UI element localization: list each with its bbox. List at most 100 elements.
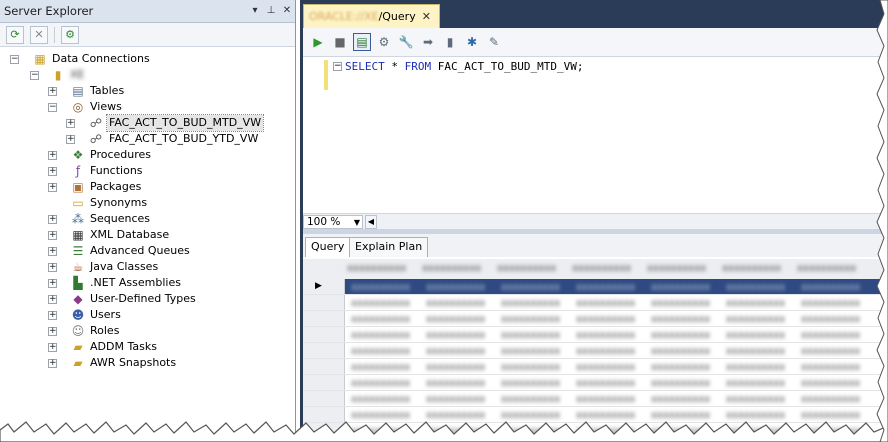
grid-cell[interactable]: xxxxxxxxxx <box>726 282 791 293</box>
column-header[interactable]: xxxxxxxxxx <box>497 263 568 274</box>
grid-cell[interactable]: xxxxxxxxxx <box>651 346 716 357</box>
expand-icon[interactable]: + <box>48 327 57 336</box>
grid-cell[interactable]: xxxxxxxxxx <box>576 346 641 357</box>
grid-cell[interactable]: xxxxxxxxxx <box>351 362 416 373</box>
grid-cell[interactable]: xxxxxxxxxx <box>351 346 416 357</box>
tab-explain-plan[interactable]: Explain Plan <box>349 237 429 257</box>
tree-node-view-ytd[interactable]: + ☍ FAC_ACT_TO_BUD_YTD_VW <box>0 131 290 147</box>
grid-cell[interactable]: xxxxxxxxxx <box>651 394 716 405</box>
grid-cell[interactable]: xxxxxxxxxx <box>576 330 641 341</box>
grid-cell[interactable]: xxxxxxxxxx <box>501 362 566 373</box>
query-builder-icon[interactable]: ⚙ <box>375 33 393 51</box>
expand-icon[interactable]: + <box>48 167 57 176</box>
grid-cell[interactable]: xxxxxxxxxx <box>801 346 866 357</box>
grid-cell[interactable]: xxxxxxxxxx <box>726 346 791 357</box>
grid-cell[interactable]: xxxxxxxxxx <box>726 362 791 373</box>
tree-node-awr-snapshots[interactable]: + ▰ AWR Snapshots <box>0 355 290 371</box>
expand-icon[interactable]: + <box>66 135 75 144</box>
grid-cell[interactable]: xxxxxxxxxx <box>801 378 866 389</box>
grid-cell[interactable]: xxxxxxxxxx <box>501 298 566 309</box>
execute-icon[interactable]: ➡ <box>419 33 437 51</box>
grid-cell[interactable]: xxxxxxxxxx <box>801 362 866 373</box>
tree-node-roles[interactable]: + ☺ Roles <box>0 323 290 339</box>
grid-cell[interactable]: xxxxxxxxxx <box>501 330 566 341</box>
tree-node-advanced-queues[interactable]: + ☰ Advanced Queues <box>0 243 290 259</box>
grid-cell[interactable]: xxxxxxxxxx <box>651 362 716 373</box>
close-panel-icon[interactable]: ✕ <box>279 3 295 19</box>
tree-node-view-mtd[interactable]: + ☍ FAC_ACT_TO_BUD_MTD_VW <box>0 114 290 132</box>
refresh-icon[interactable]: ⟳ <box>6 25 24 44</box>
grid-cell[interactable]: xxxxxxxxxx <box>351 282 416 293</box>
grid-cell[interactable]: xxxxxxxxxx <box>576 314 641 325</box>
column-header[interactable]: xxxxxxxxxx <box>722 263 793 274</box>
expand-icon[interactable]: + <box>48 279 57 288</box>
grid-cell[interactable]: xxxxxxxxxx <box>726 314 791 325</box>
tree-node-java-classes[interactable]: + ☕ Java Classes <box>0 259 290 275</box>
tree-node-sequences[interactable]: + ⁂ Sequences <box>0 211 290 227</box>
expand-icon[interactable]: + <box>48 87 57 96</box>
grid-cell[interactable]: xxxxxxxxxx <box>351 330 416 341</box>
grid-cell[interactable]: xxxxxxxxxx <box>576 394 641 405</box>
collapse-icon[interactable]: − <box>10 55 19 64</box>
zoom-select[interactable]: 100 % ▼ <box>303 215 363 229</box>
results-grid[interactable]: xxxxxxxxxx xxxxxxxxxx xxxxxxxxxx xxxxxxxxxx… <box>303 257 888 442</box>
expand-icon[interactable]: + <box>48 295 57 304</box>
grid-cell[interactable]: xxxxxxxxxx <box>651 282 716 293</box>
grid-cell[interactable]: xxxxxxxxxx <box>351 378 416 389</box>
grid-cell[interactable]: xxxxxxxxxx <box>426 330 491 341</box>
stop-icon[interactable]: ✕ <box>30 25 48 44</box>
grid-cell[interactable]: xxxxxxxxxx <box>426 362 491 373</box>
query-document-tab[interactable]: ORACLE://XE /Query ✕ <box>303 4 440 28</box>
grid-cell[interactable]: xxxxxxxxxx <box>501 378 566 389</box>
grid-cell[interactable]: xxxxxxxxxx <box>426 346 491 357</box>
tree-node-user-defined-types[interactable]: + ◆ User-Defined Types <box>0 291 290 307</box>
grid-cell[interactable]: xxxxxxxxxx <box>651 298 716 309</box>
close-tab-icon[interactable]: ✕ <box>422 10 431 23</box>
grid-cell[interactable]: xxxxxxxxxx <box>801 394 866 405</box>
collapse-icon[interactable]: − <box>48 103 57 112</box>
tree-node-database[interactable]: − ▮ XE <box>0 67 290 83</box>
grid-cell[interactable]: xxxxxxxxxx <box>726 330 791 341</box>
column-header[interactable]: xxxxxxxxxx <box>797 263 868 274</box>
tree-node-users[interactable]: + ☻ Users <box>0 307 290 323</box>
grid-cell[interactable]: xxxxxxxxxx <box>501 346 566 357</box>
column-header[interactable]: xxxxxxxxxx <box>347 263 418 274</box>
edit-icon[interactable]: ✎ <box>485 33 503 51</box>
tree-node-net-assemblies[interactable]: + ▙ .NET Assemblies <box>0 275 290 291</box>
grid-cell[interactable]: xxxxxxxxxx <box>501 394 566 405</box>
grid-cell[interactable]: xxxxxxxxxx <box>351 314 416 325</box>
expand-icon[interactable]: + <box>48 359 57 368</box>
grid-cell[interactable]: xxxxxxxxxx <box>426 314 491 325</box>
grid-cell[interactable]: xxxxxxxxxx <box>651 378 716 389</box>
tab-query[interactable]: Query <box>305 237 351 258</box>
grid-cell[interactable]: xxxxxxxxxx <box>501 314 566 325</box>
grid-cell[interactable]: xxxxxxxxxx <box>426 282 491 293</box>
tree-node-xml-database[interactable]: + ▦ XML Database <box>0 227 290 243</box>
expand-icon[interactable]: + <box>48 343 57 352</box>
grid-cell[interactable]: xxxxxxxxxx <box>351 298 416 309</box>
results-to-grid-icon[interactable]: ▤ <box>353 33 371 51</box>
expand-icon[interactable]: + <box>48 183 57 192</box>
grid-cell[interactable]: xxxxxxxxxx <box>501 282 566 293</box>
tree-node-functions[interactable]: + ƒ Functions <box>0 163 290 179</box>
window-position-dropdown-icon[interactable]: ▾ <box>247 3 263 19</box>
expand-icon[interactable]: + <box>48 215 57 224</box>
expand-icon[interactable]: + <box>66 119 75 128</box>
column-header[interactable]: xxxxxxxxxx <box>647 263 718 274</box>
tree-node-addm-tasks[interactable]: + ▰ ADDM Tasks <box>0 339 290 355</box>
fold-icon[interactable]: − <box>333 62 342 71</box>
column-header[interactable]: xxxxxxxxxx <box>422 263 493 274</box>
grid-cell[interactable]: xxxxxxxxxx <box>651 314 716 325</box>
plan-icon[interactable]: ✱ <box>463 33 481 51</box>
grid-cell[interactable]: xxxxxxxxxx <box>801 298 866 309</box>
collapse-icon[interactable]: − <box>30 71 39 80</box>
expand-icon[interactable]: + <box>48 263 57 272</box>
grid-cell[interactable]: xxxxxxxxxx <box>426 394 491 405</box>
tree-node-tables[interactable]: + ▤ Tables <box>0 83 290 99</box>
expand-icon[interactable]: + <box>48 231 57 240</box>
stop-icon[interactable]: ■ <box>331 33 349 51</box>
grid-cell[interactable]: xxxxxxxxxx <box>576 298 641 309</box>
tree-node-data-connections[interactable]: − ▦ Data Connections <box>0 51 290 67</box>
scroll-left-icon[interactable]: ◀ <box>365 215 377 229</box>
tree-node-views[interactable]: − ◎ Views <box>0 99 290 115</box>
